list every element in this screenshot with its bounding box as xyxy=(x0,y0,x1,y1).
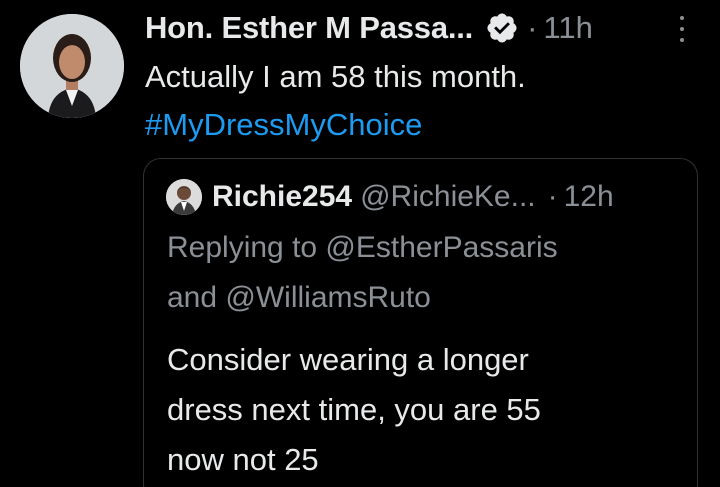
quoted-author-avatar[interactable] xyxy=(166,179,202,215)
quoted-text-line: now not 25 xyxy=(167,442,319,477)
quoted-tweet-text: Consider wearing a longer dress next tim… xyxy=(167,335,687,485)
author-avatar[interactable] xyxy=(20,14,124,118)
hashtag-link[interactable]: #MyDressMyChoice xyxy=(145,101,526,149)
verified-badge-icon xyxy=(485,11,519,45)
replying-to-line: Replying to @EstherPassaris xyxy=(167,231,558,264)
quoted-author-name[interactable]: Richie254 xyxy=(212,180,352,214)
quoted-text-line: dress next time, you are 55 xyxy=(167,392,541,427)
tweet-header: Hon. Esther M Passa... · 11h xyxy=(145,8,593,48)
more-options-icon[interactable] xyxy=(672,16,692,42)
replying-to-line: and @WilliamsRuto xyxy=(167,281,431,314)
author-name[interactable]: Hon. Esther M Passa... xyxy=(145,10,473,46)
quoted-tweet-header: Richie254 @RichieKe... · 12h xyxy=(166,177,614,217)
tweet[interactable]: Hon. Esther M Passa... · 11h Actually I … xyxy=(0,0,720,487)
separator-dot: · xyxy=(547,180,558,213)
separator-dot: · xyxy=(527,10,538,45)
quoted-text-line: Consider wearing a longer xyxy=(167,342,529,377)
quoted-author-handle[interactable]: @RichieKe... xyxy=(360,180,536,214)
quoted-tweet[interactable]: Richie254 @RichieKe... · 12h Replying to… xyxy=(143,158,698,487)
tweet-text-line: Actually I am 58 this month. xyxy=(145,59,526,94)
tweet-text: Actually I am 58 this month. #MyDressMyC… xyxy=(145,53,526,149)
quoted-tweet-timestamp[interactable]: 12h xyxy=(564,180,614,214)
tweet-timestamp[interactable]: 11h xyxy=(543,10,592,46)
replying-to: Replying to @EstherPassaris and @William… xyxy=(167,223,687,323)
